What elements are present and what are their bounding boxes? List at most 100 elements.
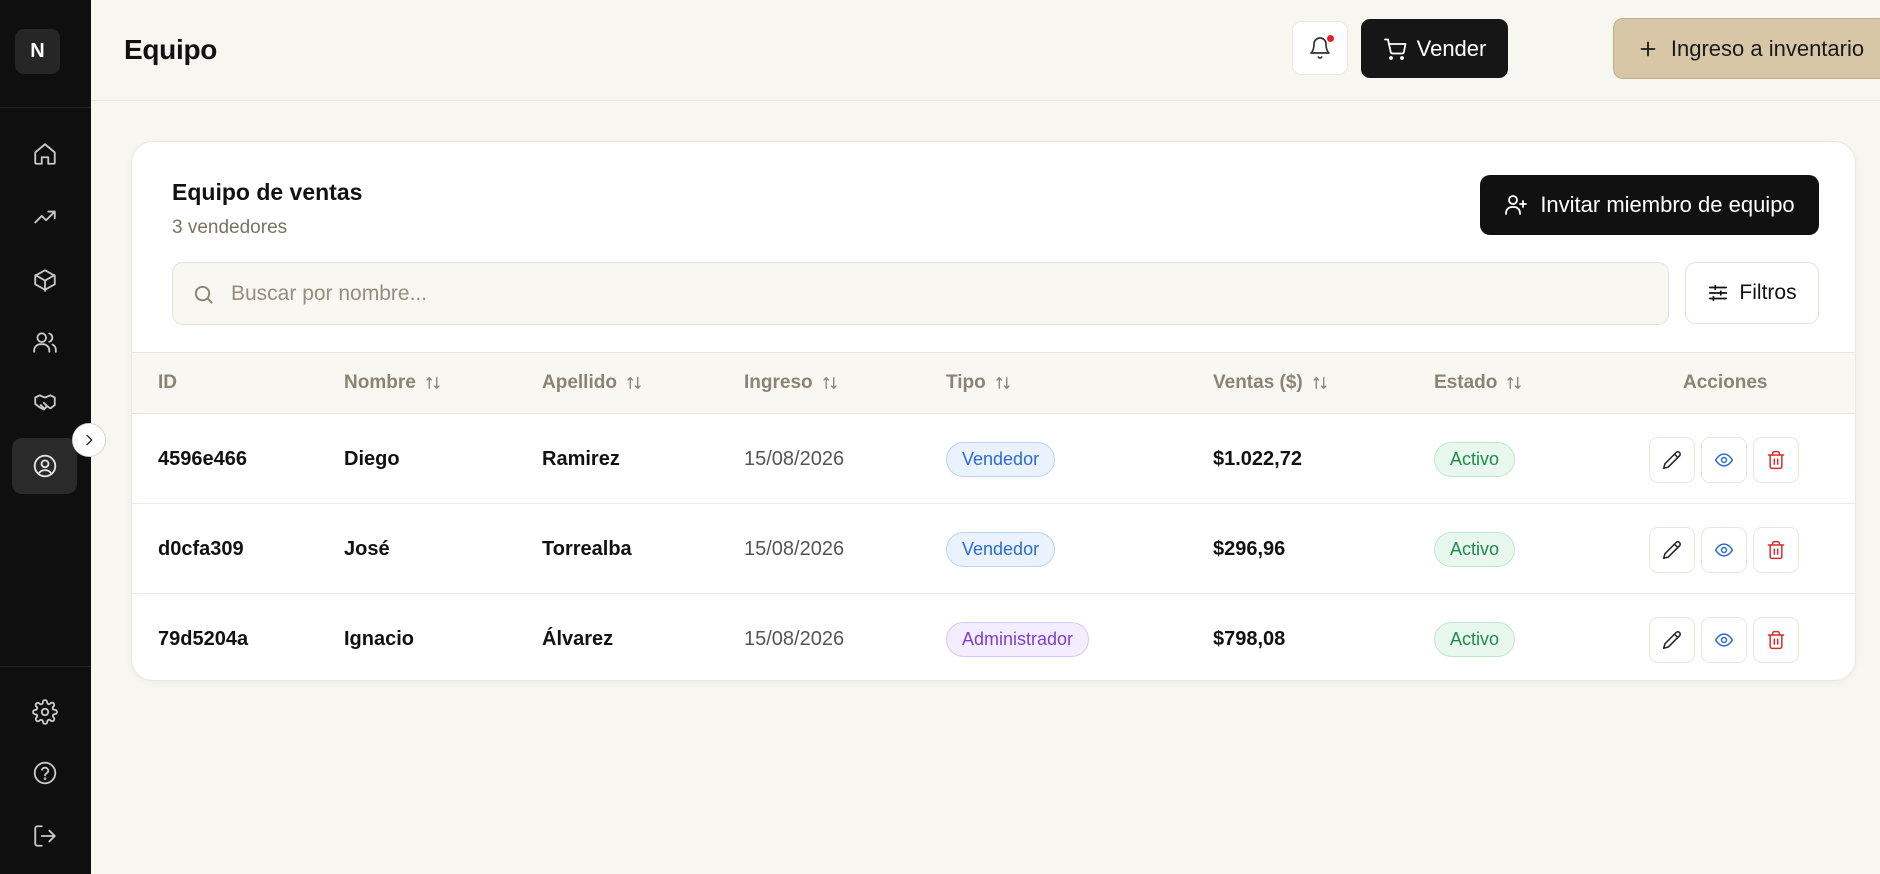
column-label: Tipo [946, 372, 986, 393]
column-label: ID [158, 372, 177, 393]
box-icon [33, 269, 56, 292]
edit-button[interactable] [1649, 617, 1695, 663]
logo[interactable]: N [15, 29, 60, 74]
column-ingreso[interactable]: Ingreso [744, 353, 839, 413]
sidebar-item-help[interactable] [12, 745, 77, 801]
sort-icon [1313, 377, 1327, 389]
sidebar-item-settings[interactable] [12, 684, 77, 740]
delete-button[interactable] [1753, 527, 1799, 573]
card-title: Equipo de ventas [172, 179, 363, 205]
notification-dot [1327, 35, 1334, 42]
trash-icon [1767, 630, 1785, 650]
column-label: Acciones [1683, 372, 1768, 393]
eye-icon [1714, 633, 1734, 647]
role-badge: Vendedor [946, 531, 1056, 567]
cell-tipo: Administrador [946, 594, 1090, 680]
search-icon [194, 285, 213, 304]
cell-estado: Activo [1434, 414, 1516, 504]
sidebar-item-analytics[interactable] [12, 189, 77, 245]
cell-id: d0cfa309 [158, 537, 244, 560]
eye-icon [1714, 543, 1734, 557]
role-badge: Administrador [946, 621, 1090, 657]
column-label: Ingreso [744, 372, 813, 393]
notifications-button[interactable] [1292, 21, 1348, 75]
sliders-icon [1709, 284, 1728, 302]
inventory-entry-label: Ingreso a inventario [1670, 35, 1865, 61]
delete-button[interactable] [1753, 617, 1799, 663]
cell-apellido: Torrealba [542, 537, 632, 560]
cell-ingreso: 15/08/2026 [744, 627, 845, 650]
sidebar-item-home[interactable] [12, 126, 77, 182]
inventory-entry-button[interactable]: Ingreso a inventario [1613, 18, 1880, 79]
status-badge: Activo [1434, 441, 1516, 477]
view-button[interactable] [1701, 617, 1747, 663]
cell-nombre: Ignacio [344, 627, 415, 650]
cell-nombre: Diego [344, 447, 400, 470]
table-row: 79d5204a Ignacio Álvarez 15/08/2026 Admi… [132, 594, 1855, 680]
sidebar-item-inventory[interactable] [12, 252, 77, 308]
cell-ingreso: 15/08/2026 [744, 537, 845, 560]
eye-icon [1714, 453, 1734, 467]
user-plus-icon [1505, 195, 1528, 215]
cell-tipo: Vendedor [946, 414, 1056, 504]
cell-ventas: $1.022,72 [1213, 447, 1302, 470]
cell-id: 4596e466 [158, 447, 247, 470]
sidebar-item-team[interactable] [12, 438, 77, 494]
invite-member-label: Invitar miembro de equipo [1540, 192, 1795, 217]
pencil-icon [1662, 451, 1681, 470]
shopping-cart-icon [1383, 38, 1407, 60]
column-acciones: Acciones [1683, 353, 1767, 413]
table-row: 4596e466 Diego Ramirez 15/08/2026 Vended… [132, 414, 1855, 504]
cell-ingreso: 15/08/2026 [744, 447, 845, 470]
sidebar-collapse-button[interactable] [72, 423, 106, 457]
search-input[interactable] [231, 263, 1651, 324]
sidebar-item-partners[interactable] [12, 376, 77, 432]
pencil-icon [1662, 631, 1681, 650]
column-nombre[interactable]: Nombre [344, 353, 442, 413]
status-badge: Activo [1434, 531, 1516, 567]
team-card: Equipo de ventas 3 vendedores Invitar mi… [131, 141, 1856, 681]
sort-icon [627, 377, 641, 389]
column-ventas[interactable]: Ventas ($) [1213, 353, 1329, 413]
cell-apellido: Ramirez [542, 447, 620, 470]
cell-estado: Activo [1434, 504, 1516, 594]
home-icon [33, 143, 56, 165]
chevron-right-icon [86, 434, 93, 446]
sort-icon [822, 377, 837, 389]
role-badge: Vendedor [946, 441, 1056, 477]
cell-ventas: $296,96 [1213, 537, 1286, 560]
sort-icon [996, 377, 1010, 389]
invite-member-button[interactable]: Invitar miembro de equipo [1480, 175, 1819, 235]
filters-label: Filtros [1739, 281, 1797, 304]
card-subtitle: 3 vendedores [172, 217, 288, 238]
filters-button[interactable]: Filtros [1685, 262, 1819, 324]
sidebar-divider [0, 666, 91, 667]
table-row: d0cfa309 José Torrealba 15/08/2026 Vende… [132, 504, 1855, 594]
sidebar-divider [0, 107, 91, 108]
column-estado[interactable]: Estado [1434, 353, 1523, 413]
cell-id: 79d5204a [158, 627, 249, 650]
plus-icon [1640, 41, 1656, 56]
header: Equipo Vender Ingreso a inventario DG [91, 0, 1880, 101]
cell-nombre: José [344, 537, 390, 560]
sidebar-item-customers[interactable] [12, 314, 77, 370]
cell-ventas: $798,08 [1213, 627, 1286, 650]
table-header: ID Nombre Apellido Ingreso Tipo Ventas (… [132, 352, 1855, 414]
sidebar-item-logout[interactable] [12, 808, 77, 864]
sell-button-label: Vender [1416, 35, 1487, 61]
trash-icon [1767, 450, 1785, 470]
column-apellido[interactable]: Apellido [542, 353, 643, 413]
sort-icon [1507, 377, 1522, 389]
column-tipo[interactable]: Tipo [946, 353, 1012, 413]
trash-icon [1767, 540, 1785, 560]
search-box [172, 262, 1669, 325]
view-button[interactable] [1701, 437, 1747, 483]
sell-button[interactable]: Vender [1361, 19, 1508, 78]
view-button[interactable] [1701, 527, 1747, 573]
edit-button[interactable] [1649, 527, 1695, 573]
edit-button[interactable] [1649, 437, 1695, 483]
delete-button[interactable] [1753, 437, 1799, 483]
status-badge: Activo [1434, 621, 1516, 657]
gear-icon [31, 699, 58, 725]
cell-estado: Activo [1434, 594, 1516, 680]
